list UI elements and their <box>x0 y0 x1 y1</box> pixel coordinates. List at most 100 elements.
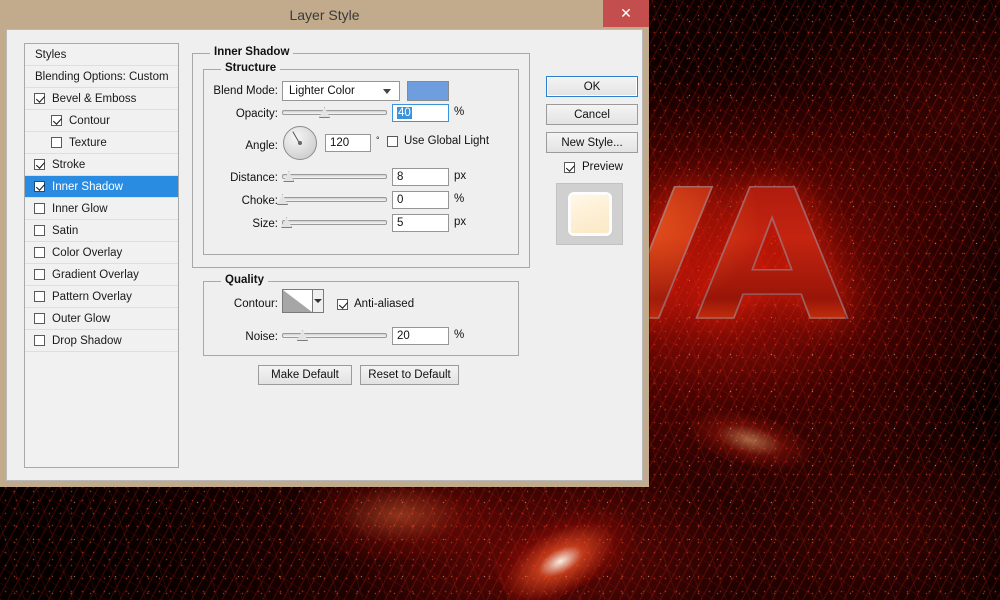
close-icon[interactable]: ✕ <box>603 0 649 27</box>
styles-list-item-bevel-emboss[interactable]: Bevel & Emboss <box>25 88 178 110</box>
gradient-overlay-checkbox[interactable] <box>34 269 45 280</box>
stroke-checkbox[interactable] <box>34 159 45 170</box>
styles-list-item-blending-options[interactable]: Blending Options: Custom <box>25 66 178 88</box>
styles-list-item-inner-glow[interactable]: Inner Glow <box>25 198 178 220</box>
styles-list-item-gradient-overlay[interactable]: Gradient Overlay <box>25 264 178 286</box>
inner-shadow-group-title: Inner Shadow <box>210 46 294 58</box>
contour-dropdown-arrow-icon[interactable] <box>313 290 323 312</box>
size-label: Size: <box>252 218 278 230</box>
preview-thumbnail <box>556 183 623 245</box>
styles-list-item-color-overlay[interactable]: Color Overlay <box>25 242 178 264</box>
styles-list-item-styles[interactable]: Styles <box>25 44 178 66</box>
contour-label: Contour: <box>233 298 278 310</box>
styles-list-item-texture[interactable]: Texture <box>25 132 178 154</box>
cancel-button[interactable]: Cancel <box>546 104 638 125</box>
size-slider-track <box>282 220 387 225</box>
noise-label: Noise: <box>245 331 278 343</box>
noise-slider[interactable] <box>282 328 387 342</box>
distance-label: Distance: <box>230 172 278 184</box>
preview-checkbox[interactable]: Preview <box>564 161 623 173</box>
style-label: Outer Glow <box>52 312 111 325</box>
inner-glow-checkbox[interactable] <box>34 203 45 214</box>
texture-checkbox[interactable] <box>51 137 62 148</box>
style-label: Bevel & Emboss <box>52 92 137 105</box>
styles-list-item-pattern-overlay[interactable]: Pattern Overlay <box>25 286 178 308</box>
noise-value: 20 <box>397 330 410 342</box>
styles-list-item-satin[interactable]: Satin <box>25 220 178 242</box>
ok-button[interactable]: OK <box>546 76 638 97</box>
size-input[interactable]: 5 <box>392 214 449 232</box>
style-label: Contour <box>69 114 110 127</box>
opacity-slider[interactable] <box>282 105 387 119</box>
bevel-emboss-checkbox[interactable] <box>34 93 45 104</box>
choke-slider[interactable] <box>277 192 387 206</box>
anti-aliased-checkbox[interactable]: Anti-aliased <box>337 298 414 310</box>
choke-label: Choke: <box>241 195 278 207</box>
angle-dial-hub <box>298 141 302 145</box>
dialog-body: Styles Blending Options: Custom Bevel & … <box>6 29 643 481</box>
styles-list-item-outer-glow[interactable]: Outer Glow <box>25 308 178 330</box>
distance-slider-track <box>282 174 387 179</box>
pattern-overlay-checkbox[interactable] <box>34 291 45 302</box>
blend-mode-select[interactable]: Lighter Color <box>282 81 400 101</box>
satin-checkbox[interactable] <box>34 225 45 236</box>
style-label: Blending Options: Custom <box>35 70 169 83</box>
styles-list-item-inner-shadow[interactable]: Inner Shadow <box>25 176 178 198</box>
shadow-color-swatch[interactable] <box>407 81 449 101</box>
color-overlay-checkbox[interactable] <box>34 247 45 258</box>
effect-options-panel: Inner Shadow Structure Blend Mode: Light… <box>192 43 530 468</box>
style-label: Stroke <box>52 158 86 171</box>
contour-curve-icon <box>283 290 313 312</box>
angle-value: 120 <box>330 137 350 149</box>
anti-aliased-box[interactable] <box>337 298 348 310</box>
style-label: Satin <box>52 224 79 237</box>
contour-preset-picker[interactable] <box>282 289 324 313</box>
styles-list-item-drop-shadow[interactable]: Drop Shadow <box>25 330 178 352</box>
new-style-button[interactable]: New Style... <box>546 132 638 153</box>
reset-to-default-button[interactable]: Reset to Default <box>360 365 459 385</box>
preview-thumbnail-swatch <box>570 195 609 233</box>
style-label: Pattern Overlay <box>52 290 132 303</box>
use-global-light-box[interactable] <box>387 135 398 147</box>
noise-input[interactable]: 20 <box>392 327 449 345</box>
style-label: Inner Glow <box>52 202 108 215</box>
angle-dial[interactable] <box>283 126 317 160</box>
outer-glow-checkbox[interactable] <box>34 313 45 324</box>
quality-group-title: Quality <box>221 274 268 286</box>
distance-slider[interactable] <box>282 169 387 183</box>
opacity-input[interactable]: 40 <box>392 104 449 122</box>
angle-input[interactable]: 120 <box>325 134 371 152</box>
distance-input[interactable]: 8 <box>392 168 449 186</box>
use-global-light-checkbox[interactable]: Use Global Light <box>387 135 489 147</box>
dialog-actions-panel: OK Cancel New Style... Preview <box>546 43 638 468</box>
blend-mode-value: Lighter Color <box>289 85 355 97</box>
opacity-slider-track <box>282 110 387 115</box>
drop-shadow-checkbox[interactable] <box>34 335 45 346</box>
size-unit: px <box>454 216 467 228</box>
styles-list-item-stroke[interactable]: Stroke <box>25 154 178 176</box>
style-label: Gradient Overlay <box>52 268 139 281</box>
size-slider[interactable] <box>281 215 387 229</box>
inner-shadow-checkbox[interactable] <box>34 181 45 192</box>
use-global-light-label: Use Global Light <box>404 135 490 147</box>
noise-slider-track <box>282 333 387 338</box>
quality-group <box>203 281 519 356</box>
choke-slider-track <box>282 197 387 202</box>
angle-unit: ° <box>376 135 380 145</box>
angle-label: Angle: <box>245 140 278 152</box>
preview-checkbox-box[interactable] <box>564 161 575 173</box>
styles-list[interactable]: Styles Blending Options: Custom Bevel & … <box>24 43 179 468</box>
contour-checkbox[interactable] <box>51 115 62 126</box>
choke-input[interactable]: 0 <box>392 191 449 209</box>
styles-list-item-contour[interactable]: Contour <box>25 110 178 132</box>
structure-group-title: Structure <box>221 62 281 74</box>
style-label: Styles <box>35 48 67 61</box>
make-default-button[interactable]: Make Default <box>258 365 352 385</box>
dialog-title: Layer Style <box>289 6 360 23</box>
dialog-titlebar: Layer Style ✕ <box>0 0 649 29</box>
blend-mode-label: Blend Mode: <box>213 85 278 97</box>
style-label: Inner Shadow <box>52 180 123 193</box>
style-label: Color Overlay <box>52 246 123 259</box>
choke-unit: % <box>454 193 465 205</box>
noise-unit: % <box>454 329 465 341</box>
